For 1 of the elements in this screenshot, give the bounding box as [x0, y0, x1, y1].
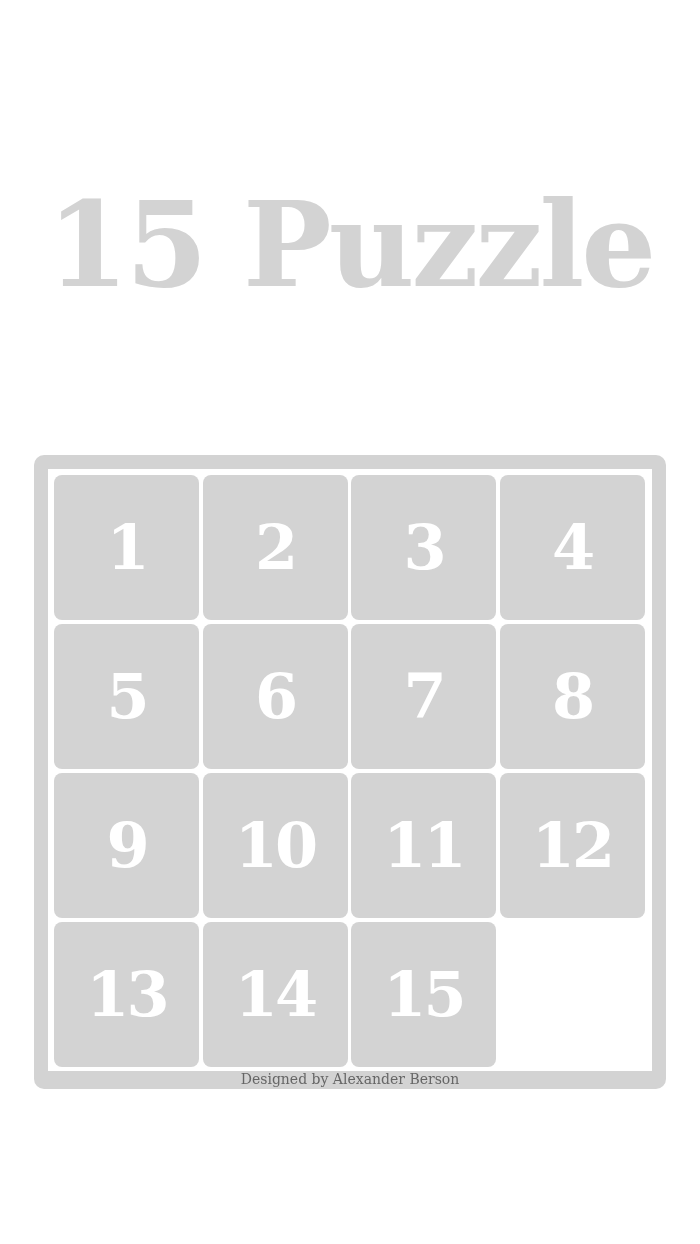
credit-text: Designed by Alexander Berson — [239, 1071, 461, 1089]
